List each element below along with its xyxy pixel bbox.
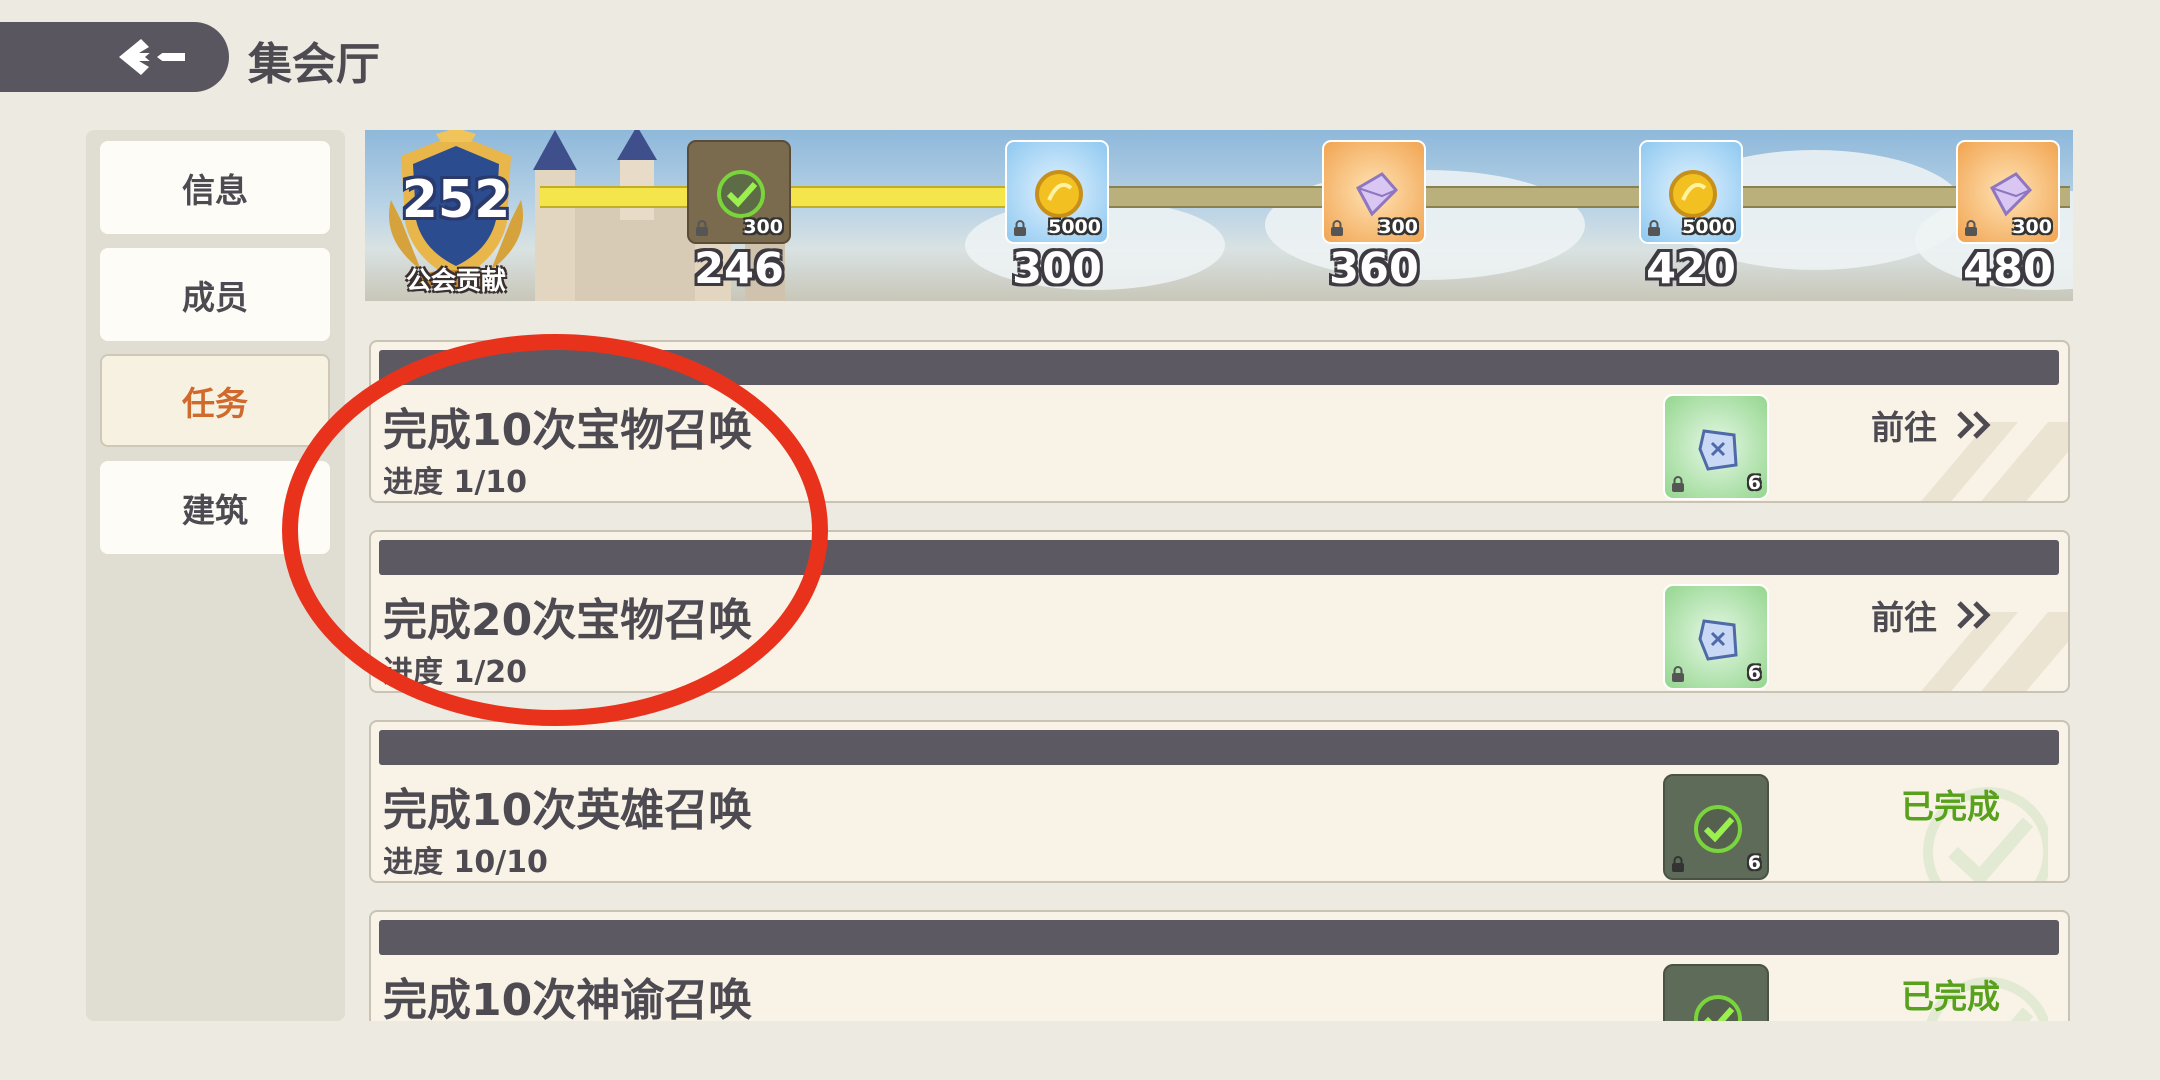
task-title: 完成10次神谕召唤 [383,975,753,1021]
task-reward: 6 [1663,774,1769,880]
lock-icon [696,220,708,236]
check-icon [717,170,765,218]
back-button[interactable] [0,22,229,92]
lock-icon [1965,220,1977,236]
milestone[interactable]: 5000 300 [1005,140,1109,294]
sidebar-item-info[interactable]: 信息 [100,141,330,234]
lock-icon [1014,220,1026,236]
lock-icon [1331,220,1343,236]
completed-status: 已完成 [1901,977,2000,1016]
milestone-reward-qty: 5000 [1682,216,1735,238]
task-progress: 进度 1/20 [383,655,528,690]
milestone[interactable]: 5000 420 [1639,140,1743,294]
task-list[interactable]: 完成10次宝物召唤 进度 1/10 6 前往 完成20次宝物召唤 进度 1/20 [365,303,2073,1021]
sidebar-item-tasks[interactable]: 任务 [100,354,330,447]
contribution-banner: 252 公会贡献 300 246 5000 300 300 360 5000 4… [365,130,2073,301]
reward-qty: 6 [1747,472,1761,494]
progress-fill [540,186,1055,208]
lock-icon [1648,220,1660,236]
go-button-label: 前往 [1871,598,1937,637]
milestone[interactable]: 300 480 [1956,140,2060,294]
sidebar: 信息 成员 任务 建筑 [86,130,345,1021]
milestone-threshold: 360 [1329,244,1419,294]
crystal-icon [1989,172,2033,217]
task-progress: 进度 1/10 [383,465,528,500]
check-icon [1694,805,1742,853]
milestone-threshold: 480 [1963,244,2053,294]
task-title: 完成20次宝物召唤 [383,595,753,646]
task-reward[interactable]: 6 [1663,584,1769,690]
lock-icon [1672,856,1684,872]
go-button-label: 前往 [1871,408,1937,447]
sidebar-item-buildings[interactable]: 建筑 [100,461,330,554]
milestone[interactable]: 300 360 [1322,140,1426,294]
double-chevron-right-icon [1957,411,1991,439]
rune-stone-icon [1698,429,1738,471]
crystal-icon [1355,172,1399,217]
milestone-threshold: 420 [1646,244,1736,294]
task-header-bar [379,730,2059,765]
task-card: 完成20次宝物召唤 进度 1/20 6 前往 [369,530,2070,693]
lock-icon [1672,476,1684,492]
check-icon [1694,995,1742,1021]
back-arrow-icon [119,39,185,75]
lock-icon [1672,666,1684,682]
go-button[interactable]: 前往 [1871,400,2021,450]
task-card: 完成10次神谕召唤 已完成 [369,910,2070,1021]
gold-coin-icon [1035,170,1083,218]
milestone-threshold: 246 [694,244,784,294]
task-progress: 进度 10/10 [383,845,548,880]
milestone-reward-qty: 300 [2012,216,2052,238]
milestone-reward-qty: 300 [1378,216,1418,238]
task-header-bar [379,350,2059,385]
task-card: 完成10次英雄召唤 进度 10/10 6 已完成 [369,720,2070,883]
contribution-value: 252 [401,170,511,230]
rune-stone-icon [1698,619,1738,661]
page-title: 集会厅 [248,39,380,90]
completed-status: 已完成 [1901,787,2000,826]
milestone-threshold: 300 [1012,244,1102,294]
milestone[interactable]: 300 246 [687,140,791,294]
go-button[interactable]: 前往 [1871,590,2021,640]
task-header-bar [379,920,2059,955]
sidebar-item-members[interactable]: 成员 [100,248,330,341]
task-title: 完成10次英雄召唤 [383,785,753,836]
task-reward [1663,964,1769,1021]
task-title: 完成10次宝物召唤 [383,405,753,456]
reward-qty: 6 [1747,852,1761,874]
milestone-reward-qty: 300 [743,216,783,238]
milestone-reward-qty: 5000 [1048,216,1101,238]
contribution-label: 公会贡献 [405,266,506,295]
task-reward[interactable]: 6 [1663,394,1769,500]
task-header-bar [379,540,2059,575]
reward-qty: 6 [1747,662,1761,684]
gold-coin-icon [1669,170,1717,218]
double-chevron-right-icon [1957,601,1991,629]
task-card: 完成10次宝物召唤 进度 1/10 6 前往 [369,340,2070,503]
